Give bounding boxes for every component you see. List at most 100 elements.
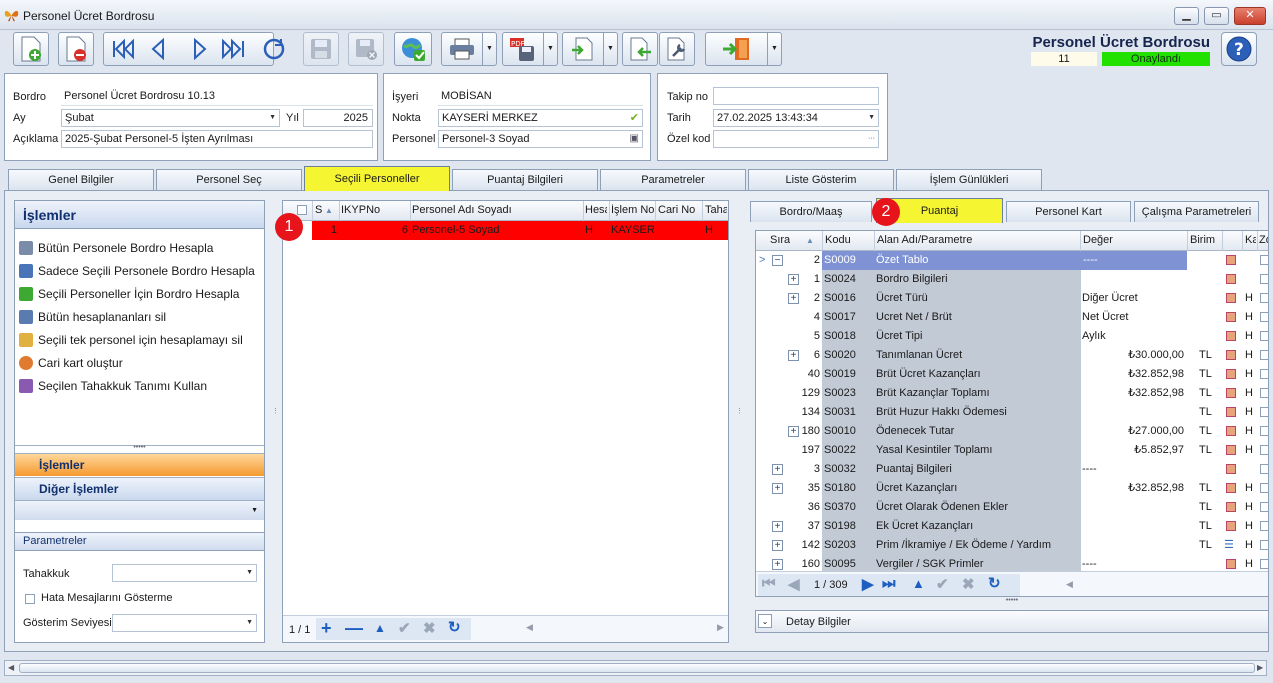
tree-row[interactable]: +35 S0180 Ücret Kazançları ₺32.852,98 TL H xyxy=(756,479,1268,498)
tab-islem-gunlukleri[interactable]: İşlem Günlükleri xyxy=(896,169,1042,190)
col-zo[interactable]: Zo xyxy=(1259,234,1268,246)
row-checkbox[interactable] xyxy=(1260,559,1268,569)
col-kodu[interactable]: Kodu xyxy=(825,234,851,246)
vertical-splitter-left[interactable]: ⋮ xyxy=(272,408,279,426)
tree-row[interactable]: +6 S0020 Tanımlanan Ücret ₺30.000,00 TL H xyxy=(756,346,1268,365)
row-checkbox[interactable] xyxy=(1260,521,1268,531)
row-checkbox[interactable] xyxy=(1260,407,1268,417)
vertical-splitter-right[interactable]: ⋮ xyxy=(736,408,743,426)
op-all-personnel[interactable]: Bütün Personele Bordro Hesapla xyxy=(19,238,213,258)
nav-islemler[interactable]: İşlemler xyxy=(15,453,264,476)
expand-icon[interactable]: + xyxy=(788,426,799,437)
op-use-tahakkuk[interactable]: Seçilen Tahakkuk Tanımı Kullan xyxy=(19,376,207,396)
collapse-icon[interactable]: − xyxy=(772,255,783,266)
table-row[interactable]: 1 6 Personel-5 Soyad H KAYSERİ H xyxy=(283,221,728,240)
col-sira[interactable]: Sıra xyxy=(770,234,790,246)
row-checkbox[interactable] xyxy=(1260,426,1268,436)
scroll-right-arrow[interactable]: ▶ xyxy=(717,622,724,633)
expand-icon[interactable]: + xyxy=(772,540,783,551)
edit-up-icon[interactable]: ▲ xyxy=(374,621,386,635)
col-islem-no[interactable]: İşlem No xyxy=(611,204,655,216)
refresh-small-icon[interactable]: ↻ xyxy=(448,618,461,636)
minimize-button[interactable]: ▁ xyxy=(1174,7,1199,25)
tree-row[interactable]: 36 S0370 Ücret Olarak Ödenen Ekler TL H xyxy=(756,498,1268,517)
first-record-button[interactable] xyxy=(105,34,139,64)
tree-row[interactable]: +3 S0032 Puantaj Bilgileri ---- xyxy=(756,460,1268,479)
expand-icon[interactable]: + xyxy=(788,350,799,361)
horizontal-scrollbar[interactable]: ◀ ▶ xyxy=(4,660,1267,676)
import-button[interactable] xyxy=(622,32,658,66)
col-ikypno[interactable]: IKYPNo xyxy=(341,204,380,216)
refresh-small-icon[interactable]: ↻ xyxy=(988,574,1001,592)
tree-row[interactable]: 4 S0017 Ucret Net / Brüt Net Ücret H xyxy=(756,308,1268,327)
ellipsis-icon[interactable]: ··· xyxy=(868,131,875,147)
expand-icon[interactable]: + xyxy=(772,559,783,570)
row-checkbox[interactable] xyxy=(1260,483,1268,493)
previous-icon[interactable]: ◀ xyxy=(788,575,800,593)
check-icon[interactable]: ✔ xyxy=(936,575,949,593)
takip-field[interactable] xyxy=(713,87,879,105)
tree-row[interactable]: +180 S0010 Ödenecek Tutar ₺27.000,00 TL H xyxy=(756,422,1268,441)
subtab-calisma-parametreleri[interactable]: Çalışma Parametreleri xyxy=(1134,201,1259,222)
add-icon[interactable]: + xyxy=(321,618,332,639)
seviye-select[interactable]: ▼ xyxy=(112,614,257,632)
transfer-button[interactable] xyxy=(562,32,604,66)
print-button[interactable] xyxy=(441,32,483,66)
export-pdf-button[interactable]: PDF xyxy=(502,32,544,66)
tree-row[interactable]: 40 S0019 Brüt Ücret Kazançları ₺32.852,98 TL… xyxy=(756,365,1268,384)
op-only-selected[interactable]: Sadece Seçili Personele Bordro Hesapla xyxy=(19,261,255,281)
subtab-personel-kart[interactable]: Personel Kart xyxy=(1006,201,1131,222)
scroll-right-arrow[interactable]: ▶ xyxy=(1257,663,1263,672)
row-checkbox[interactable] xyxy=(1260,350,1268,360)
col-s[interactable]: S xyxy=(315,204,322,216)
expand-icon[interactable]: + xyxy=(772,521,783,532)
op-create-account[interactable]: Cari kart oluştur xyxy=(19,353,123,373)
export-pdf-dropdown[interactable]: ▼ xyxy=(544,32,558,66)
help-button[interactable]: ? xyxy=(1221,32,1257,66)
row-checkbox[interactable] xyxy=(1260,331,1268,341)
tree-row[interactable]: +1 S0024 Bordro Bilgileri xyxy=(756,270,1268,289)
first-icon[interactable]: ⏮ xyxy=(762,575,776,592)
cancel-save-button[interactable] xyxy=(348,32,384,66)
op-delete-all[interactable]: Bütün hesaplananları sil xyxy=(19,307,166,327)
exit-button[interactable] xyxy=(705,32,768,66)
print-dropdown[interactable]: ▼ xyxy=(483,32,497,66)
tree-row[interactable]: 5 S0018 Ücret Tipi Aylık H xyxy=(756,327,1268,346)
row-checkbox[interactable] xyxy=(1260,274,1268,284)
nav-diger-islemler[interactable]: Diğer İşlemler xyxy=(15,477,264,500)
aciklama-field[interactable]: 2025-Şubat Personel-5 İşten Ayrılması xyxy=(61,130,373,148)
tab-puantaj-bilgileri[interactable]: Puantaj Bilgileri xyxy=(452,169,598,190)
refresh-button[interactable] xyxy=(256,34,292,64)
tree-row[interactable]: +142 S0203 Prim /İkramiye / Ek Ödeme / Yar… xyxy=(756,536,1268,555)
expand-icon[interactable]: + xyxy=(772,483,783,494)
col-ka[interactable]: Ka xyxy=(1245,234,1256,246)
ay-select[interactable]: Şubat ▼ xyxy=(61,109,280,127)
nokta-field[interactable]: KAYSERİ MERKEZ ✔ xyxy=(438,109,643,127)
scroll-left-arrow[interactable]: ◀ xyxy=(1066,579,1073,590)
hata-checkbox[interactable] xyxy=(25,594,35,604)
splitter-handle[interactable]: ••••• xyxy=(15,444,264,452)
next-icon[interactable]: ▶ xyxy=(862,575,874,593)
exit-dropdown[interactable]: ▼ xyxy=(768,32,782,66)
ozel-field[interactable]: ··· xyxy=(713,130,879,148)
approve-button[interactable] xyxy=(394,32,432,66)
tarih-field[interactable]: 27.02.2025 13:43:34 ▼ xyxy=(713,109,879,127)
tab-personel-sec[interactable]: Personel Seç xyxy=(156,169,302,190)
edit-up-icon[interactable]: ▲ xyxy=(912,576,925,591)
scroll-left-arrow[interactable]: ◀ xyxy=(526,622,533,633)
cancel-icon[interactable]: ✖ xyxy=(423,619,436,637)
tab-genel-bilgiler[interactable]: Genel Bilgiler xyxy=(8,169,154,190)
nav-overflow-button[interactable]: ▼ xyxy=(15,500,264,520)
col-cari-no[interactable]: Cari No xyxy=(658,204,695,216)
next-record-button[interactable] xyxy=(183,34,217,64)
expand-icon[interactable]: + xyxy=(788,293,799,304)
col-personel-adi[interactable]: Personel Adı Soyadı xyxy=(412,204,512,216)
save-button[interactable] xyxy=(303,32,339,66)
tree-row[interactable]: +37 S0198 Ek Ücret Kazançları TL H xyxy=(756,517,1268,536)
select-all-checkbox[interactable] xyxy=(297,205,307,215)
cancel-icon[interactable]: ✖ xyxy=(962,575,975,593)
row-checkbox[interactable] xyxy=(1260,312,1268,322)
last-icon[interactable]: ⏭ xyxy=(882,575,896,592)
row-checkbox[interactable] xyxy=(1260,540,1268,550)
transfer-dropdown[interactable]: ▼ xyxy=(604,32,618,66)
